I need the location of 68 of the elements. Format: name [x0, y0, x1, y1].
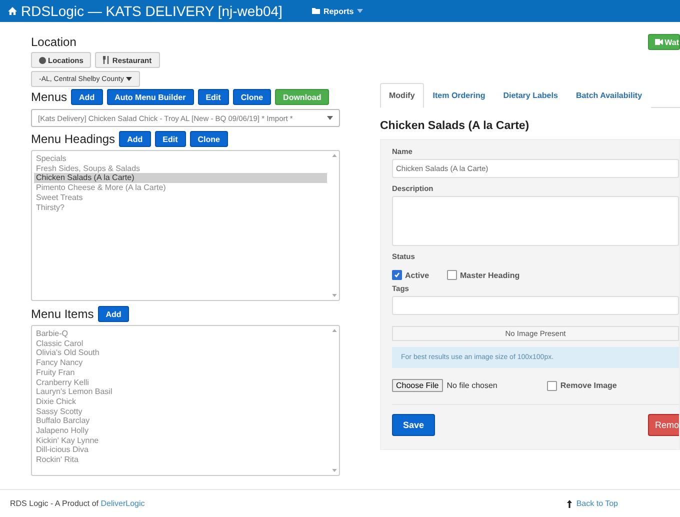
action-button[interactable]: Edit — [154, 131, 186, 147]
list-item[interactable]: Dixie Chick — [34, 396, 327, 407]
caret-icon — [126, 77, 132, 81]
caret-icon — [356, 9, 363, 13]
action-button[interactable]: Add — [119, 131, 151, 147]
list-item[interactable]: Kickin' Kay Lynne — [34, 436, 327, 446]
tab[interactable]: Modify — [380, 83, 424, 108]
save-button[interactable]: Save — [392, 414, 436, 436]
checkbox[interactable] — [547, 380, 558, 390]
reports-menu[interactable]: Reports — [312, 6, 363, 16]
form-title: Chicken Salads (A la Carte) — [380, 120, 530, 132]
list-item[interactable]: Fancy Nancy — [34, 358, 327, 368]
action-button[interactable]: Add — [98, 306, 130, 322]
remove-button[interactable]: Remo — [648, 414, 679, 436]
list-item[interactable]: Chicken Salads (A la Carte) — [34, 173, 327, 184]
tags-field[interactable] — [392, 296, 679, 315]
back-to-top-link[interactable]: Back to Top — [567, 499, 618, 508]
list-item[interactable]: Dill-icious Diva — [34, 445, 327, 456]
list-item[interactable]: Barbie-Q — [34, 329, 327, 339]
list-item[interactable]: Olivia's Old South — [34, 348, 327, 358]
list-item[interactable]: Sassy Scotty — [34, 406, 327, 416]
checkbox[interactable] — [447, 270, 458, 280]
action-button[interactable]: Clone — [190, 131, 228, 147]
section-heading: Menu Headings — [31, 132, 116, 146]
list-item[interactable]: Sweet Treats — [34, 192, 327, 203]
list-item[interactable]: Rockin' Rita — [34, 455, 327, 465]
footer-text: RDS Logic - A Product of DeliverLogic — [10, 499, 145, 508]
scroll-down-arrow-icon — [332, 294, 336, 297]
scroll-up-arrow-icon — [332, 154, 336, 157]
scroll-up-arrow-icon — [332, 329, 336, 332]
app-title[interactable]: RDSLogic — KATS DELIVERY [nj-web04] — [8, 3, 282, 19]
home-icon — [8, 7, 17, 15]
list-item[interactable]: Thirsty? — [34, 202, 327, 212]
list-item[interactable]: Buffalo Barclay — [34, 416, 327, 426]
company-link[interactable]: DeliverLogic — [100, 499, 145, 508]
status-checkbox[interactable]: Active — [392, 270, 430, 280]
up-arrow-icon — [567, 500, 572, 508]
section-heading: Location — [31, 35, 78, 49]
list-item[interactable]: Fresh Sides, Soups & Salads — [34, 164, 327, 174]
video-camera-icon — [654, 39, 663, 45]
list-box[interactable]: Specials Fresh Sides, Soups & Salads Chicken Salads (A la Carte) Pimento Cheese & More (A la Carte) Sweet Treats Thirsty? — [31, 150, 340, 301]
status-checkbox[interactable]: Master Heading — [447, 270, 520, 280]
action-button[interactable]: Edit — [198, 89, 229, 105]
action-button[interactable]: Add — [71, 89, 103, 105]
caret-icon — [327, 116, 333, 120]
section-heading: Menu Items — [31, 307, 94, 321]
list-item[interactable]: Lauryn's Lemon Basil — [34, 387, 327, 397]
list-item[interactable]: Fruity Fran — [34, 368, 327, 378]
list-box[interactable] — [31, 325, 340, 476]
description-field[interactable] — [392, 196, 679, 246]
list-item[interactable]: Cranberry Kelli — [34, 378, 327, 388]
list-item[interactable]: Classic Carol — [34, 338, 327, 348]
file-status: No file chosen — [446, 381, 498, 390]
list-item[interactable]: Specials — [34, 154, 327, 164]
cutlery-icon — [103, 56, 110, 64]
list-item[interactable]: Pimento Cheese & More (A la Carte) — [34, 183, 327, 193]
watch-button[interactable]: Wat — [648, 34, 680, 50]
remove-image-checkbox[interactable]: Remove Image — [547, 380, 617, 390]
choose-file-button[interactable]: Choose File — [392, 379, 443, 392]
list-item[interactable]: Jalapeno Holly — [34, 426, 327, 436]
action-button[interactable]: Auto Menu Builder — [106, 89, 194, 105]
download-button[interactable]: Download — [275, 89, 330, 105]
section-heading: Menus — [31, 90, 68, 104]
folder-icon — [312, 8, 320, 14]
scroll-down-arrow-icon — [332, 469, 336, 472]
check-icon — [394, 272, 400, 278]
checkbox[interactable] — [392, 270, 402, 280]
action-button[interactable]: Clone — [232, 89, 272, 105]
